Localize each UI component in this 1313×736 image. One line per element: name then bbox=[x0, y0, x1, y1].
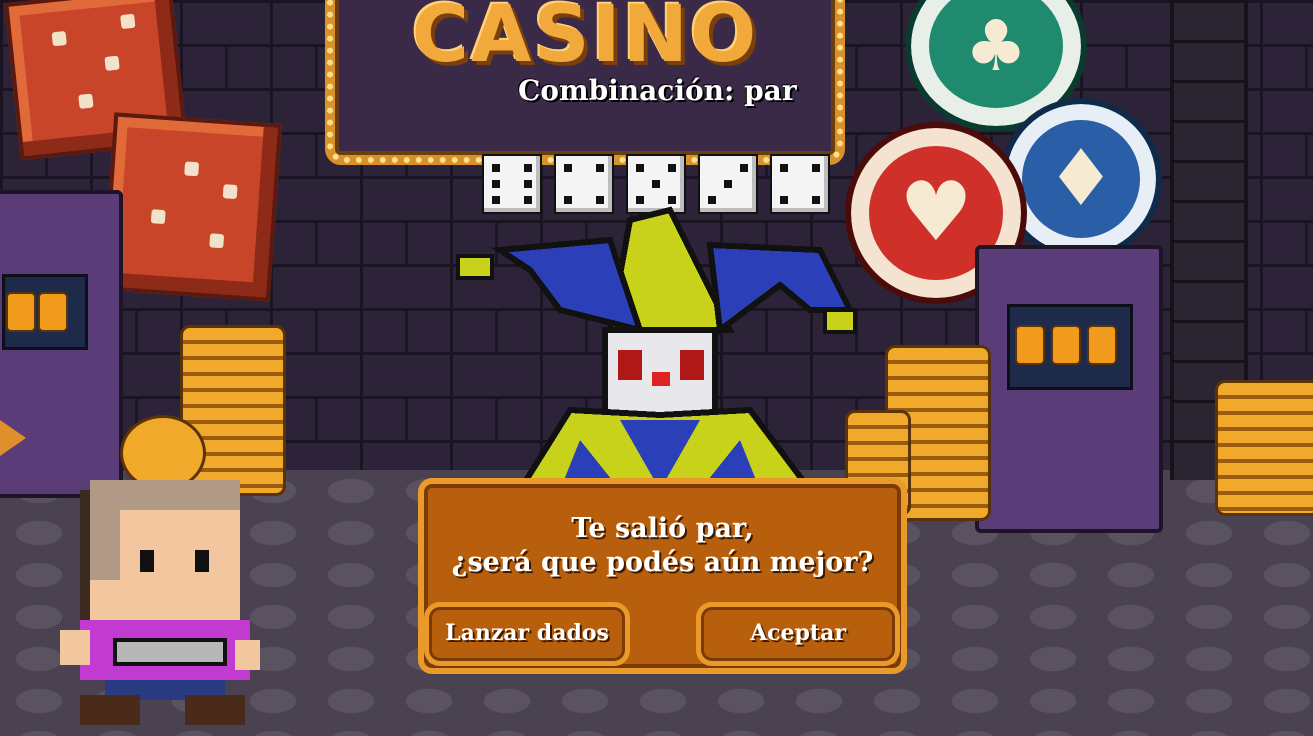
dialog-box: Te salió par, ¿será que podés aún mejor?… bbox=[418, 478, 907, 674]
dialog-line-1: Te salió par, bbox=[571, 513, 754, 544]
coin-stack-icon bbox=[1215, 380, 1313, 516]
combination-label: Combinación: par bbox=[518, 74, 797, 107]
slot-machine-right-icon bbox=[975, 245, 1163, 533]
jester-character-icon bbox=[456, 206, 857, 490]
roll-dice-button[interactable]: Lanzar dados bbox=[424, 602, 630, 666]
dialog-message: Te salió par, ¿será que podés aún mejor? bbox=[424, 512, 901, 580]
player-character-icon bbox=[60, 480, 260, 725]
dialog-line-2: ¿será que podés aún mejor? bbox=[451, 547, 874, 578]
casino-title: CASINO bbox=[411, 0, 759, 80]
left-arrow-icon[interactable] bbox=[0, 420, 26, 456]
decor-die-front-icon bbox=[101, 112, 283, 302]
diamond-chip-icon: ♦ bbox=[1000, 98, 1162, 260]
accept-button[interactable]: Aceptar bbox=[696, 602, 900, 666]
game-scene: ♣ ♦ ♥ CASINO Combinación: par Te salió p… bbox=[0, 0, 1313, 736]
